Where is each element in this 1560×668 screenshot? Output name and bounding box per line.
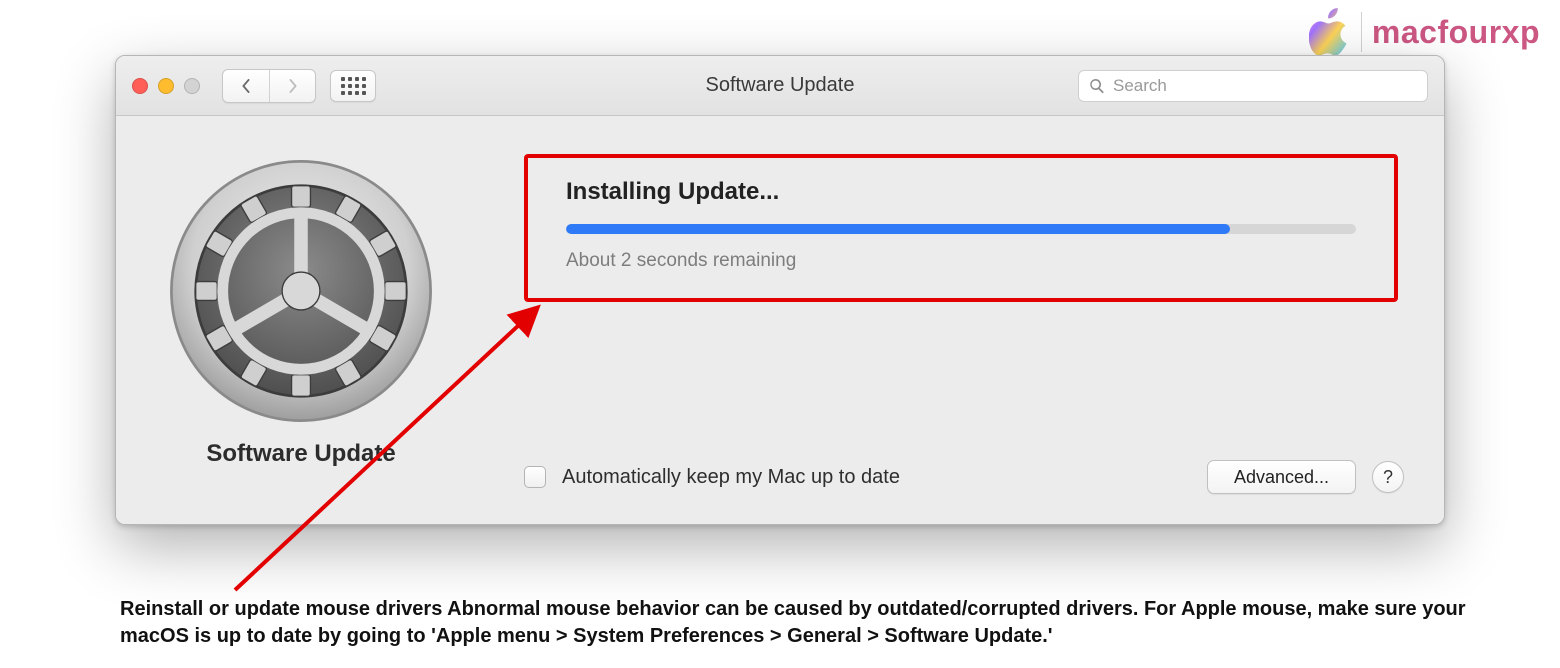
search-icon — [1089, 78, 1105, 94]
forward-button[interactable] — [269, 70, 315, 102]
install-progress-bar — [566, 224, 1356, 234]
advanced-button[interactable]: Advanced... — [1207, 460, 1356, 494]
pane-label: Software Update — [206, 440, 395, 468]
help-button[interactable]: ? — [1372, 461, 1404, 493]
zoom-window-button[interactable] — [184, 78, 200, 94]
watermark-brand-text: macfourxp — [1372, 14, 1540, 51]
system-preferences-window: Software Update — [115, 55, 1445, 525]
window-toolbar: Software Update — [116, 56, 1444, 116]
install-remaining-text: About 2 seconds remaining — [566, 250, 1356, 272]
bottom-controls-row: Automatically keep my Mac up to date Adv… — [486, 460, 1404, 524]
window-content: Software Update Installing Update... Abo… — [116, 116, 1444, 524]
install-status-heading: Installing Update... — [566, 178, 1356, 206]
back-button[interactable] — [223, 70, 269, 102]
traffic-lights — [132, 78, 200, 94]
watermark-logo: macfourxp — [1309, 8, 1540, 56]
grid-icon — [341, 77, 366, 95]
pane-icon-column: Software Update — [116, 116, 486, 524]
nav-back-forward — [222, 69, 316, 103]
annotation-highlight-box: Installing Update... About 2 seconds rem… — [524, 154, 1398, 302]
main-content-column: Installing Update... About 2 seconds rem… — [486, 116, 1444, 524]
auto-update-label: Automatically keep my Mac up to date — [562, 466, 900, 489]
minimize-window-button[interactable] — [158, 78, 174, 94]
show-all-prefs-button[interactable] — [330, 70, 376, 102]
search-field-wrap[interactable] — [1078, 70, 1428, 102]
apple-logo-icon — [1309, 8, 1351, 56]
search-input[interactable] — [1113, 76, 1417, 96]
auto-update-checkbox[interactable] — [524, 466, 546, 488]
close-window-button[interactable] — [132, 78, 148, 94]
watermark-divider — [1361, 12, 1362, 52]
install-progress-fill — [566, 224, 1230, 234]
annotation-caption: Reinstall or update mouse drivers Abnorm… — [120, 596, 1500, 650]
software-update-gear-icon — [166, 156, 436, 426]
